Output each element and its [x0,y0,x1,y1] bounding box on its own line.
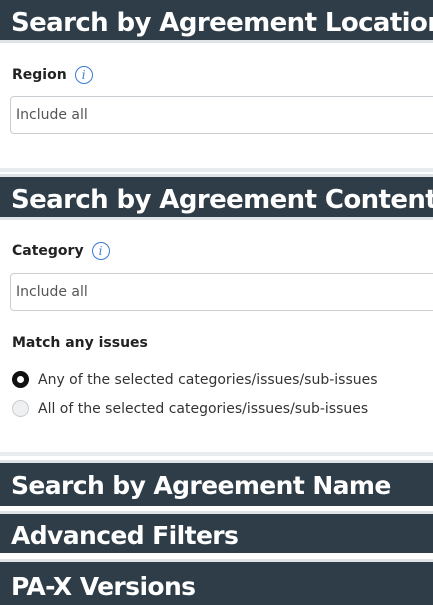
match-issues-text: Match any issues [12,335,148,351]
section-header-agreement-name[interactable]: Search by Agreement Name [0,460,433,506]
region-label: Region [12,67,67,83]
category-label: Category [12,243,84,259]
info-circle-icon[interactable]: i [91,242,110,260]
radio-option-any[interactable]: Any of the selected categories/issues/su… [12,371,378,388]
section-header-pax-versions[interactable]: PA-X Versions [0,559,433,605]
radio-option-any-label: Any of the selected categories/issues/su… [38,371,378,388]
section-divider [0,168,433,172]
category-select[interactable]: Include all [10,273,433,311]
section-header-agreement-location[interactable]: Search by Agreement Location [0,0,433,43]
section-divider [0,452,433,456]
radio-option-all-label: All of the selected categories/issues/su… [38,400,369,417]
match-issues-label: Match any issues [12,335,148,351]
region-select[interactable]: Include all [10,96,433,134]
radio-option-all[interactable]: All of the selected categories/issues/su… [12,400,368,417]
info-circle-icon[interactable]: i [74,66,93,84]
category-field-label: Category i [12,242,110,260]
section-header-agreement-content[interactable]: Search by Agreement Content [0,174,433,220]
radio-checked-icon[interactable] [12,371,29,388]
region-field-label: Region i [12,66,93,84]
radio-unchecked-icon[interactable] [12,400,29,417]
section-header-advanced-filters[interactable]: Advanced Filters [0,511,433,553]
